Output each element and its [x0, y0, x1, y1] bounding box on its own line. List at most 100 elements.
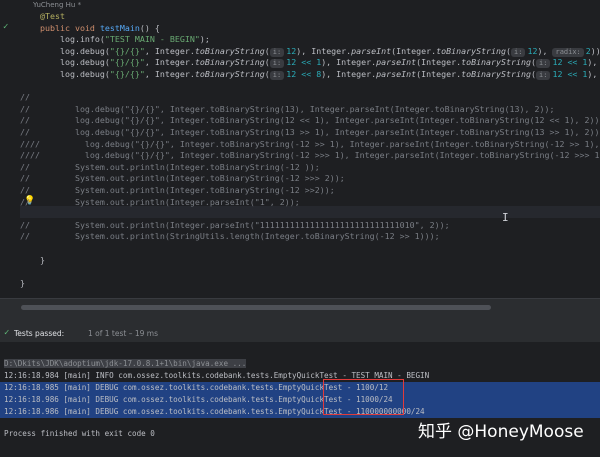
code-line[interactable]: } [20, 277, 25, 289]
code-token: // System.out.println(StringUtils.length… [20, 231, 440, 242]
code-token: (Integer. [391, 45, 437, 56]
code-token: } [20, 254, 45, 265]
code-line[interactable]: // log.debug("{}/{}", Integer.toBinarySt… [20, 103, 554, 115]
result-highlight-box [323, 379, 404, 415]
code-token: log.debug( [20, 45, 110, 56]
java-command[interactable]: D:\Dkits\JDK\adoptium\jdk-17.0.8.1+1\bin… [4, 359, 247, 368]
editor-horizontal-scrollbar[interactable] [0, 298, 600, 327]
code-line[interactable]: log.debug("{}/{}", Integer.toBinaryStrin… [20, 45, 600, 57]
code-token: // [20, 92, 30, 103]
author-hint: YuCheng Hu * [33, 1, 82, 9]
code-line[interactable]: // System.out.println(Integer.toBinarySt… [20, 161, 320, 173]
log-prefix: 12:16:18.984 [main] INFO com.ossez.toolk… [4, 371, 352, 380]
code-token: // System.out.println(Integer.toBinarySt… [20, 185, 335, 195]
code-line[interactable]: // System.out.println(Integer.toBinarySt… [20, 172, 345, 184]
run-tool-window-header: ✓ Tests passed: 1 of 1 test – 19 ms [0, 326, 600, 343]
code-token: // System.out.println(Integer.parseInt("… [20, 219, 450, 230]
parameter-hint: i: [536, 71, 551, 80]
code-token: ); [199, 34, 210, 45]
code-line[interactable]: log.debug("{}/{}", Integer.toBinaryStrin… [20, 68, 600, 80]
run-test-icon[interactable]: ✓ [3, 22, 8, 32]
code-token: // System.out.println(Integer.toBinarySt… [20, 161, 320, 172]
code-line[interactable]: // log.debug("{}/{}", Integer.toBinarySt… [20, 114, 600, 126]
code-token: "{}/{}" [109, 45, 145, 56]
watermark: 知乎 @HoneyMoose [418, 422, 584, 442]
code-token: // log.debug("{}/{}", Integer.toBinarySt… [20, 127, 600, 137]
code-token: log.debug( [20, 69, 110, 79]
code-editor[interactable]: ✓ 💡 YuCheng Hu * @Test public void testM… [0, 0, 600, 298]
code-line[interactable]: public void testMain() { [20, 22, 160, 34]
scrollbar-thumb[interactable] [21, 305, 491, 310]
code-token: 12 << 1 [286, 57, 322, 68]
code-token: "{}/{}" [109, 57, 145, 68]
exit-message: Process finished with exit code 0 [4, 429, 155, 438]
tests-passed-check-icon: ✓ [4, 328, 10, 338]
tests-count: 1 of 1 test – 19 ms [88, 329, 158, 338]
code-token: "TEST MAIN - BEGIN" [104, 34, 200, 45]
code-token: ), [587, 69, 598, 79]
console-command-line: D:\Dkits\JDK\adoptium\jdk-17.0.8.1+1\bin… [4, 358, 247, 370]
code-token: parseInt [351, 45, 392, 56]
tests-passed-label: Tests passed: [14, 329, 65, 338]
log-prefix: 12:16:18.986 [main] DEBUG com.ossez.tool… [4, 407, 357, 416]
code-token: 12 << 1 [552, 57, 588, 68]
code-token: ), Integer. [296, 45, 352, 56]
code-token: , Integer. [144, 69, 195, 79]
code-line[interactable]: // System.out.println(Integer.parseInt("… [20, 219, 450, 231]
code-token: // System.out.println(Integer.parseInt("… [20, 196, 300, 207]
code-line[interactable]: // System.out.println(Integer.toBinarySt… [20, 184, 335, 196]
code-token: toBinaryString [461, 57, 532, 68]
code-token: (Integer. [416, 57, 462, 68]
code-token: 12 << 1 [552, 69, 588, 79]
code-token: ), [537, 45, 553, 56]
text-cursor-icon: I [502, 211, 509, 224]
code-token: 12 << 8 [286, 69, 322, 79]
code-token: // log.debug("{}/{}", Integer.toBinarySt… [20, 115, 600, 126]
code-token: "{}/{}" [109, 69, 145, 79]
code-token: toBinaryString [461, 69, 532, 79]
current-line-highlight [20, 206, 600, 218]
code-token: , Integer. [144, 45, 195, 56]
code-token: ), Integer. [321, 57, 377, 68]
code-line[interactable]: //// log.debug("{}/{}", Integer.toBinary… [20, 138, 600, 150]
code-token: toBinaryString [194, 57, 265, 68]
code-token: (Integer. [416, 69, 462, 79]
code-token: //// log.debug("{}/{}", Integer.toBinary… [20, 138, 600, 149]
code-token: 12 [286, 45, 297, 56]
code-line[interactable]: //// log.debug("{}/{}", Integer.toBinary… [20, 149, 600, 161]
code-line[interactable]: // log.debug("{}/{}", Integer.toBinarySt… [20, 126, 600, 138]
code-token: 12 [527, 45, 538, 56]
code-token: parseInt [376, 69, 417, 79]
code-token: public void [39, 22, 100, 33]
code-line[interactable]: // System.out.println(Integer.parseInt("… [20, 196, 300, 208]
code-token: toBinaryString [194, 45, 265, 56]
code-line[interactable]: // [20, 91, 30, 103]
code-token: toBinaryString [194, 69, 265, 79]
code-token: ), Integer. [321, 69, 377, 79]
log-prefix: 12:16:18.985 [main] DEBUG com.ossez.tool… [4, 383, 357, 392]
code-token: testMain [99, 22, 140, 33]
code-line[interactable]: log.debug("{}/{}", Integer.toBinaryStrin… [20, 56, 600, 69]
code-token: // System.out.println(Integer.toBinarySt… [20, 173, 345, 184]
code-line[interactable]: // System.out.println(StringUtils.length… [20, 230, 440, 242]
code-line[interactable]: log.info("TEST MAIN - BEGIN"); [20, 33, 210, 45]
code-token: () { [139, 22, 160, 33]
code-token: ), [587, 57, 598, 68]
code-token: @Test [39, 11, 65, 21]
editor-gutter: ✓ [0, 0, 20, 298]
code-token: , Integer. [144, 57, 195, 68]
code-token: // log.debug("{}/{}", Integer.toBinarySt… [20, 103, 555, 114]
code-token: log.info( [20, 34, 105, 45]
code-token: )); [590, 45, 600, 56]
code-token: } [20, 277, 25, 288]
code-token: toBinaryString [436, 45, 507, 56]
code-line[interactable]: @Test [20, 10, 65, 22]
parameter-hint: i: [269, 71, 285, 80]
code-token: //// log.debug("{}/{}", Integer.toBinary… [20, 150, 600, 161]
run-console[interactable]: D:\Dkits\JDK\adoptium\jdk-17.0.8.1+1\bin… [0, 342, 600, 457]
code-line[interactable]: } [20, 254, 45, 266]
code-token: parseInt [376, 57, 417, 68]
code-token: log.debug( [20, 57, 110, 68]
